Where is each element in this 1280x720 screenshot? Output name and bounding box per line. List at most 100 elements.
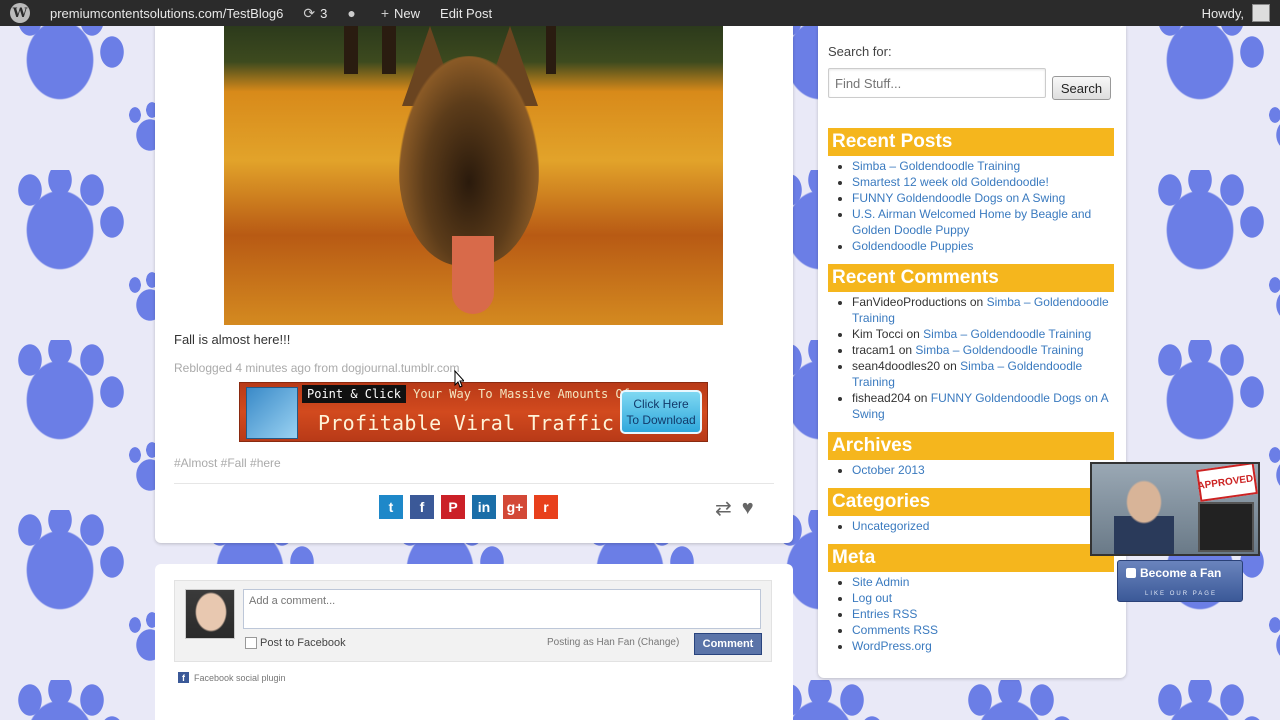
post-card: Fall is almost here!!! Reblogged 4 minut… bbox=[155, 26, 793, 543]
new-label: New bbox=[394, 5, 421, 21]
software-box-icon bbox=[246, 387, 298, 439]
updates-link[interactable]: ⟳ 3 bbox=[293, 0, 337, 26]
search-label: Search for: bbox=[828, 44, 892, 59]
reddit-share-icon[interactable]: r bbox=[534, 495, 558, 519]
search-input[interactable] bbox=[828, 68, 1046, 98]
categories-title: Categories bbox=[828, 488, 1114, 516]
post-actions: ⇄ ♥ bbox=[715, 496, 754, 521]
heart-icon[interactable]: ♥ bbox=[742, 497, 754, 520]
refresh-icon: ⟳ bbox=[303, 4, 316, 21]
recent-post-link[interactable]: U.S. Airman Welcomed Home by Beagle and … bbox=[852, 207, 1091, 237]
approved-sign: APPROVED! bbox=[1196, 464, 1258, 502]
download-button[interactable]: Click Here To Download bbox=[620, 390, 702, 434]
comment-author: fishead204 bbox=[852, 391, 911, 405]
avatar bbox=[1252, 4, 1270, 22]
meta-link[interactable]: Site Admin bbox=[852, 575, 909, 589]
list-item: Comments RSS bbox=[852, 622, 938, 638]
reblog-prefix: Reblogged 4 minutes ago from bbox=[174, 361, 339, 375]
list-item: FUNNY Goldendoodle Dogs on A Swing bbox=[852, 190, 1110, 206]
meta-link[interactable]: Entries RSS bbox=[852, 607, 917, 621]
wordpress-logo-icon[interactable]: W bbox=[0, 0, 40, 26]
posting-as-label[interactable]: Posting as Han Fan (Change) bbox=[547, 637, 679, 648]
googleplus-share-icon[interactable]: g+ bbox=[503, 495, 527, 519]
meta-link[interactable]: Comments RSS bbox=[852, 623, 938, 637]
post-to-facebook-label: Post to Facebook bbox=[260, 637, 346, 649]
list-item: sean4doodles20 on Simba – Goldendoodle T… bbox=[852, 358, 1114, 390]
recent-posts-title: Recent Posts bbox=[828, 128, 1114, 156]
presenter bbox=[1114, 480, 1174, 554]
search-button[interactable]: Search bbox=[1052, 76, 1111, 100]
category-link[interactable]: Uncategorized bbox=[852, 519, 929, 533]
list-item: Site Admin bbox=[852, 574, 938, 590]
twitter-share-icon[interactable]: t bbox=[379, 495, 403, 519]
list-item: FanVideoProductions on Simba – Goldendoo… bbox=[852, 294, 1114, 326]
speech-bubble-icon: ● bbox=[347, 5, 356, 21]
meta-link[interactable]: Log out bbox=[852, 591, 892, 605]
comment-author: FanVideoProductions bbox=[852, 295, 967, 309]
recent-post-link[interactable]: Smartest 12 week old Goldendoodle! bbox=[852, 175, 1049, 189]
recent-comments-list: FanVideoProductions on Simba – Goldendoo… bbox=[852, 294, 1114, 422]
comment-author: sean4doodles20 bbox=[852, 359, 941, 373]
archives-title: Archives bbox=[828, 432, 1114, 460]
comment-author: Kim Tocci bbox=[852, 327, 904, 341]
list-item: Smartest 12 week old Goldendoodle! bbox=[852, 174, 1110, 190]
edit-post-link[interactable]: Edit Post bbox=[430, 0, 502, 26]
pinterest-share-icon[interactable]: P bbox=[441, 495, 465, 519]
list-item: Goldendoodle Puppies bbox=[852, 238, 1110, 254]
updates-count: 3 bbox=[320, 5, 328, 21]
comment-on-label: on bbox=[906, 327, 920, 341]
recent-post-link[interactable]: FUNNY Goldendoodle Dogs on A Swing bbox=[852, 191, 1065, 205]
mouse-cursor-icon bbox=[454, 370, 464, 388]
list-item: Kim Tocci on Simba – Goldendoodle Traini… bbox=[852, 326, 1114, 342]
list-item: WordPress.org bbox=[852, 638, 938, 654]
meta-title: Meta bbox=[828, 544, 1114, 572]
site-name-link[interactable]: premiumcontentsolutions.com/TestBlog6 bbox=[40, 0, 293, 26]
list-item: U.S. Airman Welcomed Home by Beagle and … bbox=[852, 206, 1110, 238]
comments-card: Post to Facebook Posting as Han Fan (Cha… bbox=[155, 564, 793, 720]
facebook-share-icon[interactable]: f bbox=[410, 495, 434, 519]
comment-on-label: on bbox=[898, 343, 913, 357]
commenter-avatar bbox=[185, 589, 235, 639]
meta-list: Site Admin Log out Entries RSS Comments RSS… bbox=[852, 574, 938, 654]
archives-list: October 2013 bbox=[852, 462, 925, 478]
reblog-info: Reblogged 4 minutes ago from dogjournal.… bbox=[174, 361, 460, 375]
become-a-fan-button[interactable]: Become a Fan LIKE OUR PAGE bbox=[1117, 560, 1243, 602]
comment-input[interactable] bbox=[243, 589, 761, 629]
comment-button[interactable]: Comment bbox=[694, 633, 762, 655]
meta-link[interactable]: WordPress.org bbox=[852, 639, 932, 653]
list-item: Simba – Goldendoodle Training bbox=[852, 158, 1110, 174]
list-item: Uncategorized bbox=[852, 518, 929, 534]
recent-posts-list: Simba – Goldendoodle Training Smartest 12… bbox=[852, 158, 1110, 254]
new-content-link[interactable]: + New bbox=[371, 0, 430, 26]
list-item: October 2013 bbox=[852, 462, 925, 478]
divider bbox=[174, 483, 774, 484]
fan-subtext: LIKE OUR PAGE bbox=[1145, 591, 1217, 597]
list-item: Log out bbox=[852, 590, 938, 606]
comment-on-label: on bbox=[914, 391, 928, 405]
checkbox[interactable] bbox=[245, 637, 257, 649]
comment-on-label: on bbox=[969, 295, 984, 309]
post-tags[interactable]: #Almost #Fall #here bbox=[174, 456, 281, 470]
list-item: Entries RSS bbox=[852, 606, 938, 622]
recent-comment-post-link[interactable]: Simba – Goldendoodle Training bbox=[923, 327, 1091, 341]
linkedin-share-icon[interactable]: in bbox=[472, 495, 496, 519]
archive-link[interactable]: October 2013 bbox=[852, 463, 925, 477]
list-item: fishead204 on FUNNY Goldendoodle Dogs on… bbox=[852, 390, 1114, 422]
video-overlay[interactable]: APPROVED! bbox=[1090, 462, 1260, 556]
my-account-link[interactable]: Howdy, bbox=[1192, 0, 1280, 26]
post-photo[interactable] bbox=[224, 26, 723, 325]
sidebar: Search for: Search Recent Posts Simba – … bbox=[818, 26, 1126, 678]
recent-post-link[interactable]: Simba – Goldendoodle Training bbox=[852, 159, 1020, 173]
ad-banner[interactable]: Point & Click Your Way To Massive Amount… bbox=[239, 382, 708, 442]
recent-post-link[interactable]: Goldendoodle Puppies bbox=[852, 239, 973, 253]
reblog-source-link[interactable]: dogjournal.tumblr.com bbox=[341, 361, 459, 375]
reblog-icon[interactable]: ⇄ bbox=[715, 496, 732, 521]
monitor bbox=[1198, 502, 1254, 552]
post-to-facebook-checkbox[interactable]: Post to Facebook bbox=[245, 637, 346, 649]
list-item: tracam1 on Simba – Goldendoodle Training bbox=[852, 342, 1114, 358]
comments-link[interactable]: ● bbox=[337, 0, 370, 26]
comment-author: tracam1 bbox=[852, 343, 896, 357]
recent-comment-post-link[interactable]: Simba – Goldendoodle Training bbox=[915, 343, 1083, 357]
howdy-label: Howdy, bbox=[1201, 5, 1244, 21]
post-text: Fall is almost here!!! bbox=[174, 332, 291, 347]
